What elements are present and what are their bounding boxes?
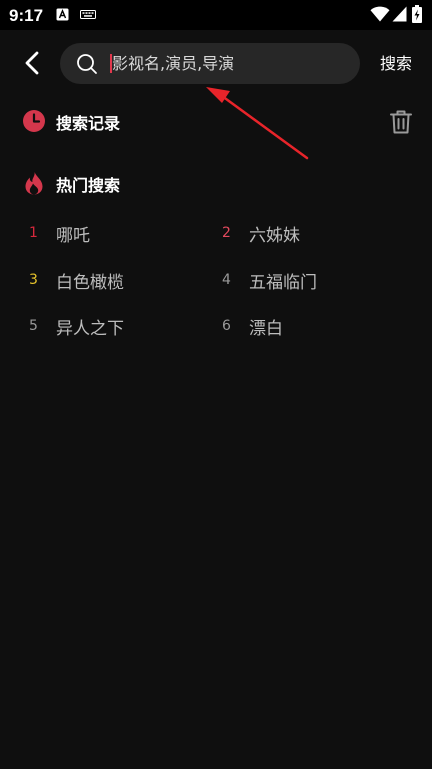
hot-section-header: 热门搜索 bbox=[22, 171, 222, 197]
hot-section-title: 热门搜索 bbox=[56, 176, 121, 195]
status-time: 9:17 bbox=[9, 6, 44, 25]
search-screen: 9:17 影视名,演员,导演 搜索 搜索记录 热门搜索 1 哪吒 2 六姊妹 3… bbox=[0, 0, 432, 769]
hot-title: 哪吒 bbox=[56, 226, 90, 246]
hot-item[interactable]: 6 漂白 bbox=[222, 313, 392, 341]
hot-title: 五福临门 bbox=[249, 273, 317, 293]
hot-title: 白色橄榄 bbox=[56, 273, 124, 293]
hot-title: 异人之下 bbox=[56, 319, 124, 339]
hot-rank: 6 bbox=[222, 318, 231, 334]
history-section-header: 搜索记录 bbox=[22, 109, 222, 135]
back-arrow-icon bbox=[25, 51, 39, 75]
keyboard-icon bbox=[80, 10, 96, 19]
signal-icon bbox=[392, 6, 407, 22]
search-box[interactable] bbox=[60, 43, 360, 84]
hot-title: 漂白 bbox=[249, 319, 283, 339]
hot-item[interactable]: 1 哪吒 bbox=[29, 220, 199, 248]
search-input[interactable] bbox=[112, 49, 347, 78]
history-section-title: 搜索记录 bbox=[56, 114, 121, 133]
app-notification-icon bbox=[56, 8, 69, 21]
flame-icon bbox=[25, 172, 43, 195]
hot-item[interactable]: 3 白色橄榄 bbox=[29, 267, 199, 295]
wifi-icon bbox=[370, 6, 390, 22]
hot-rank: 1 bbox=[29, 225, 38, 241]
hot-title: 六姊妹 bbox=[249, 226, 300, 246]
clock-icon bbox=[23, 110, 45, 132]
hot-item[interactable]: 5 异人之下 bbox=[29, 313, 199, 341]
hot-rank: 4 bbox=[222, 272, 231, 288]
hot-rank: 3 bbox=[29, 272, 38, 288]
clear-history-button[interactable] bbox=[389, 109, 413, 135]
search-button[interactable]: 搜索 bbox=[372, 52, 420, 76]
status-bar: 9:17 bbox=[0, 0, 432, 30]
back-button[interactable] bbox=[16, 46, 50, 80]
hot-item[interactable]: 4 五福临门 bbox=[222, 267, 392, 295]
hot-item[interactable]: 2 六姊妹 bbox=[222, 220, 392, 248]
battery-icon bbox=[412, 5, 422, 23]
search-icon bbox=[77, 54, 97, 74]
hot-rank: 5 bbox=[29, 318, 38, 334]
hot-rank: 2 bbox=[222, 225, 231, 241]
trash-icon bbox=[390, 110, 412, 134]
